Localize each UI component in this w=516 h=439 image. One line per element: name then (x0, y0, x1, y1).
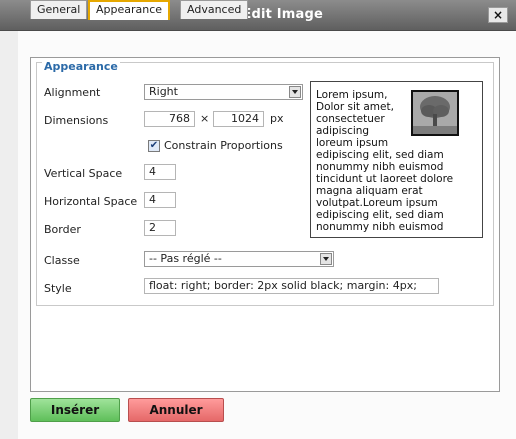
image-preview: Lorem ipsum, Dolor sit amet, consectetue… (310, 81, 483, 238)
alignment-select[interactable]: Right (144, 84, 303, 100)
preview-line: Lorem ipsum, (316, 89, 388, 101)
vertical-space-label: Vertical Space (44, 167, 123, 180)
constrain-checkbox[interactable]: ✔ (148, 140, 160, 152)
preview-line: nonummy nibh euismod (316, 161, 444, 173)
horizontal-space-label: Horizontal Space (44, 195, 138, 208)
width-input[interactable]: 768 (144, 111, 195, 127)
border-label: Border (44, 223, 81, 236)
height-input[interactable]: 1024 (213, 111, 264, 127)
tab-advanced[interactable]: Advanced (180, 0, 249, 19)
vertical-space-input[interactable]: 4 (144, 164, 176, 180)
chevron-down-icon[interactable] (320, 253, 332, 265)
classe-select[interactable]: -- Pas réglé -- (144, 251, 334, 267)
horizontal-space-input[interactable]: 4 (144, 192, 176, 208)
alignment-label: Alignment (44, 86, 101, 99)
cancel-button[interactable]: Annuler (128, 398, 224, 422)
preview-line: nonummy nibh euismod (316, 221, 444, 233)
chevron-down-icon[interactable] (289, 86, 301, 98)
dimensions-label: Dimensions (44, 114, 109, 127)
preview-line: volutpat.Loreum ipsum (316, 197, 438, 209)
preview-line: adipiscing (316, 125, 370, 137)
style-label: Style (44, 282, 72, 295)
appearance-legend: Appearance (42, 60, 120, 73)
preview-line: consectetuer (316, 113, 385, 125)
dimensions-unit: px (270, 112, 284, 125)
preview-text: Lorem ipsum, Dolor sit amet, consectetue… (316, 89, 481, 233)
tab-general[interactable]: General (30, 0, 88, 19)
dimensions-separator: × (200, 112, 210, 125)
insert-button[interactable]: Insérer (30, 398, 120, 422)
classe-value: -- Pas réglé -- (149, 252, 222, 265)
classe-label: Classe (44, 254, 80, 267)
close-button[interactable]: × (488, 7, 508, 23)
border-input[interactable]: 2 (144, 220, 176, 236)
preview-line: edipiscing elit, sed diam (316, 209, 444, 221)
background-strip (0, 30, 18, 439)
preview-line: edipiscing elit, sed diam (316, 149, 444, 161)
constrain-label: Constrain Proportions (164, 139, 283, 152)
preview-line: Dolor sit amet, (316, 101, 394, 113)
preview-line: loreum ipsum (316, 137, 389, 149)
insert-edit-image-dialog: Insert/Edit Image × General Appearance A… (0, 0, 516, 439)
tab-appearance[interactable]: Appearance (88, 0, 171, 20)
preview-line: magna aliquam erat (316, 185, 423, 197)
preview-line: tincidunt ut laoreet dolore (316, 173, 454, 185)
style-input[interactable]: float: right; border: 2px solid black; m… (144, 278, 439, 294)
alignment-value: Right (149, 85, 178, 98)
